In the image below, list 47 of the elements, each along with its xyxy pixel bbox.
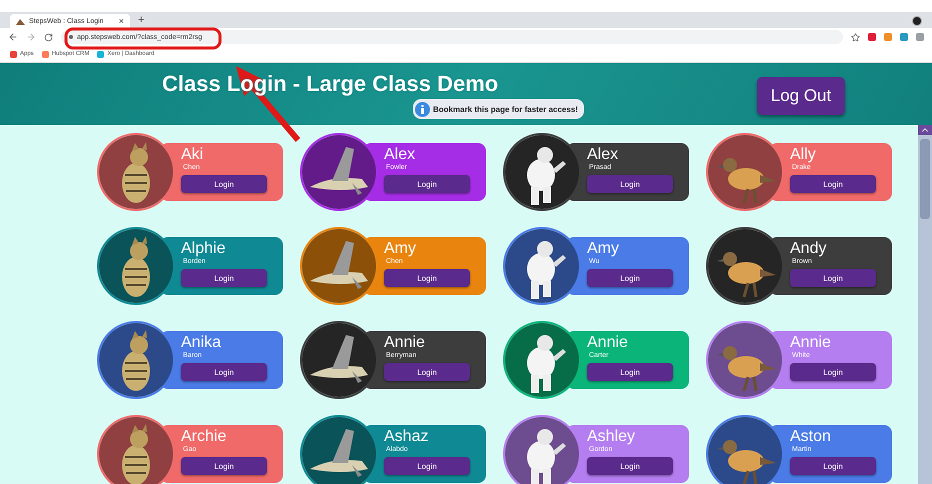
login-button[interactable]: Login [181, 175, 267, 193]
first-name: Alex [587, 146, 618, 164]
tab-close-button[interactable]: × [118, 16, 124, 26]
first-name: Anika [181, 334, 222, 352]
new-tab-button[interactable]: + [138, 15, 144, 26]
profile-icon[interactable] [912, 16, 922, 26]
first-name: Archie [181, 428, 226, 446]
login-button[interactable]: Login [181, 457, 267, 475]
login-button[interactable]: Login [384, 457, 470, 475]
first-name: Ally [790, 146, 816, 164]
login-button[interactable]: Login [790, 175, 876, 193]
first-name: Aki [181, 146, 204, 164]
scrollbar[interactable] [918, 125, 932, 484]
forward-icon[interactable] [26, 32, 36, 42]
first-name: Aston [790, 428, 831, 446]
login-button[interactable]: Login [181, 269, 267, 287]
first-name: Andy [790, 240, 826, 258]
info-icon [415, 102, 430, 116]
first-name: Annie [384, 334, 425, 352]
info-dot-icon [69, 35, 73, 39]
first-name: Amy [384, 240, 416, 258]
login-button[interactable]: Login [587, 363, 673, 381]
login-button[interactable]: Login [790, 269, 876, 287]
login-button[interactable]: Login [384, 269, 470, 287]
bookmark-star-icon[interactable] [851, 32, 860, 42]
login-button[interactable]: Login [790, 457, 876, 475]
login-button[interactable]: Login [181, 363, 267, 381]
first-name: Annie [587, 334, 628, 352]
reload-icon[interactable] [44, 32, 53, 42]
first-name: Annie [790, 334, 831, 352]
first-name: Ashley [587, 428, 636, 446]
notice-text: Bookmark this page for faster access! [433, 104, 578, 114]
login-button[interactable]: Login [790, 363, 876, 381]
mountain-icon [16, 18, 25, 24]
first-name: Ashaz [384, 428, 428, 446]
back-icon[interactable] [8, 32, 18, 42]
login-button[interactable]: Login [587, 457, 673, 475]
login-button[interactable]: Login [587, 269, 673, 287]
login-button[interactable]: Login [384, 363, 470, 381]
scroll-thumb[interactable] [920, 139, 930, 219]
first-name: Alex [384, 146, 416, 164]
login-button[interactable]: Login [384, 175, 470, 193]
login-button[interactable]: Login [587, 175, 673, 193]
first-name: Alphie [181, 240, 226, 258]
log-out-button[interactable]: Log Out [757, 77, 845, 115]
first-name: Amy [587, 240, 619, 258]
scroll-up-icon[interactable] [918, 125, 932, 135]
